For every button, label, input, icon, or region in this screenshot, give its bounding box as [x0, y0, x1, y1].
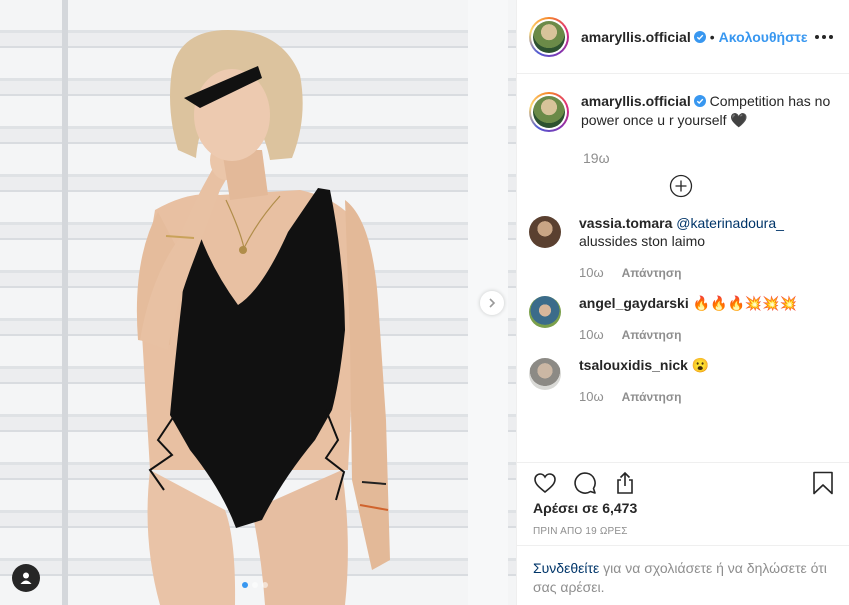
verified-badge-icon: [693, 30, 706, 43]
bookmark-icon: [813, 471, 833, 494]
comment-time: 10ω: [579, 327, 604, 342]
user-tags-button[interactable]: [12, 564, 40, 592]
comment-time: 10ω: [579, 389, 604, 404]
header-separator: •: [709, 28, 715, 45]
comment-text: 😮: [691, 357, 710, 373]
next-slide-button[interactable]: [480, 291, 504, 315]
comment-item: vassia.tomara @katerinadoura_ alussides …: [529, 214, 833, 282]
caption-username[interactable]: amaryllis.official: [581, 93, 691, 109]
heart-icon: [534, 472, 556, 493]
post-date: ΠΡΙΝ ΑΠΟ 19 ΩΡΕΣ: [533, 526, 628, 537]
caption: amaryllis.official Competition has no po…: [529, 92, 833, 132]
save-button[interactable]: [809, 469, 837, 497]
login-prompt: Συνδεθείτε για να σχολιάσετε ή να δηλώσε…: [517, 545, 849, 605]
carousel-dot: [242, 582, 248, 588]
person-icon: [20, 572, 32, 584]
comment-item: angel_gaydarski 🔥🔥🔥💥💥💥 10ω Απάντηση: [529, 294, 833, 344]
chevron-right-icon: [489, 298, 496, 308]
comment-username[interactable]: angel_gaydarski: [579, 295, 689, 311]
plus-circle-icon[interactable]: [669, 174, 693, 198]
reply-button[interactable]: Απάντηση: [622, 326, 682, 344]
login-link[interactable]: Συνδεθείτε: [533, 560, 599, 576]
caption-avatar[interactable]: [529, 92, 569, 132]
comment-mention[interactable]: @katerinadoura_: [676, 215, 784, 231]
commenter-avatar[interactable]: [529, 296, 561, 328]
follow-button[interactable]: Ακολουθήστε: [719, 29, 808, 45]
post-header: amaryllis.official • Ακολουθήστε: [517, 0, 849, 74]
carousel-dot: [252, 582, 258, 588]
commenter-avatar[interactable]: [529, 358, 561, 390]
comment-bubble-icon: [574, 471, 596, 494]
comments-section: amaryllis.official Competition has no po…: [517, 74, 849, 462]
reply-button[interactable]: Απάντηση: [622, 264, 682, 282]
caption-timestamp: 19ω: [583, 150, 610, 166]
comment-item: tsalouxidis_nick 😮 10ω Απάντηση: [529, 356, 833, 406]
share-button[interactable]: [611, 469, 639, 497]
comment-button[interactable]: [571, 469, 599, 497]
comment-text: 🔥🔥🔥💥💥💥: [692, 295, 798, 311]
share-icon: [617, 471, 633, 494]
comment-username[interactable]: vassia.tomara: [579, 215, 672, 231]
reply-button[interactable]: Απάντηση: [622, 388, 682, 406]
author-username[interactable]: amaryllis.official: [581, 29, 691, 45]
comment-username[interactable]: tsalouxidis_nick: [579, 357, 688, 373]
carousel-dot: [262, 582, 268, 588]
post-photo: [136, 30, 390, 605]
post-sidebar: amaryllis.official • Ακολουθήστε amaryll…: [516, 0, 849, 605]
load-more-comments: [529, 174, 833, 198]
action-bar: [517, 462, 849, 502]
likes-count[interactable]: Αρέσει σε 6,473: [533, 500, 637, 516]
commenter-avatar[interactable]: [529, 216, 561, 248]
post-media[interactable]: [0, 0, 516, 605]
comment-text: alussides ston laimo: [579, 233, 706, 249]
author-avatar[interactable]: [529, 16, 569, 57]
more-options-icon[interactable]: [815, 34, 833, 39]
verified-badge-icon: [693, 95, 706, 107]
comment-time: 10ω: [579, 265, 604, 280]
like-button[interactable]: [531, 469, 559, 497]
caption-text: amaryllis.official Competition has no po…: [581, 92, 833, 132]
carousel-indicator: [242, 582, 268, 588]
